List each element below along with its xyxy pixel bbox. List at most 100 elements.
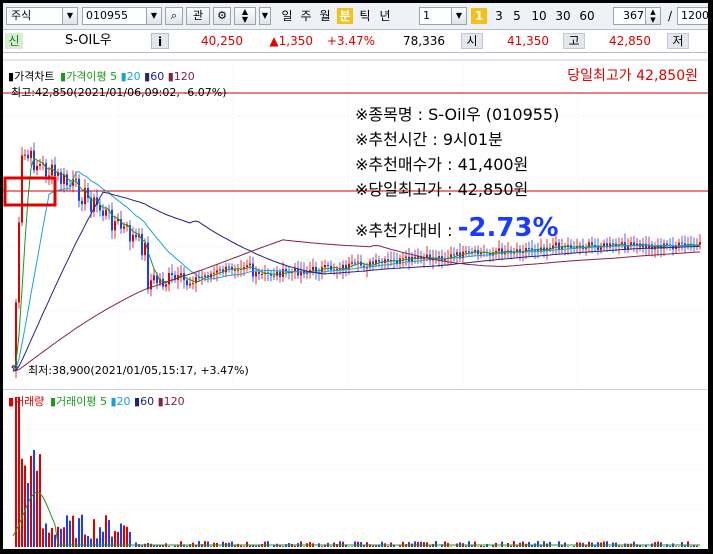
volume-bar: [588, 541, 590, 547]
price-chart-panel[interactable]: 최고:42,850(2021/01/06,09:02, -6.07%) 최저:3…: [3, 56, 708, 388]
up-down-stepper-icon[interactable]: ▲ ▼: [234, 7, 256, 25]
legend-ma20-label: 20: [126, 70, 141, 83]
legend-ma20[interactable]: ▮20: [121, 70, 141, 83]
volume-bar: [75, 538, 77, 547]
volume-bar: [207, 541, 209, 547]
count-separator: /: [667, 9, 673, 23]
top-high-note: 당일최고가 42,850원: [567, 68, 698, 84]
settings-icon[interactable]: ⚙: [213, 7, 231, 25]
period-week[interactable]: 주: [298, 8, 314, 24]
volume-bar: [549, 541, 551, 547]
volume-bar: [468, 541, 470, 547]
candle-body: [357, 261, 359, 263]
volume-bar: [63, 527, 65, 547]
minute-60-button[interactable]: 60: [577, 8, 597, 24]
legend-ma120-label: 120: [173, 70, 195, 83]
candle-body: [465, 251, 467, 253]
volume-bar: [93, 519, 95, 547]
volume-bar: [45, 523, 47, 547]
legend-vma5[interactable]: 5: [100, 395, 107, 408]
interval-select[interactable]: 1 ▼: [419, 7, 467, 25]
volume-bar: [543, 541, 545, 547]
legend-ma5[interactable]: 5: [110, 70, 117, 83]
open-label: 시: [466, 34, 478, 48]
volume-bar: [336, 544, 338, 547]
candle-body: [111, 209, 113, 231]
period-year[interactable]: 년: [377, 8, 393, 24]
volume-bar: [444, 541, 446, 547]
candle-body: [105, 209, 107, 216]
legend-price-ma[interactable]: ▮가격이평: [60, 70, 107, 83]
candle-body: [666, 243, 668, 245]
legend-price-chart[interactable]: ▮가격차트: [8, 70, 55, 83]
period-tick[interactable]: 틱: [357, 8, 373, 24]
count-input[interactable]: 367 ▲ ▼: [613, 7, 661, 25]
candle-body: [531, 248, 533, 250]
legend-vma120-label: 120: [163, 395, 185, 408]
info-vs-recommend-label: ※추천가대비 :: [355, 221, 453, 240]
candle-body: [324, 264, 326, 268]
candle-body: [48, 175, 50, 177]
volume-bar: [168, 546, 170, 547]
legend-ma120[interactable]: ▮120: [168, 70, 195, 83]
total-input-value: 1200: [681, 9, 708, 22]
legend-ma60[interactable]: ▮60: [144, 70, 164, 83]
candle-body: [252, 263, 254, 277]
candle-body: [234, 269, 236, 271]
minute-3-button[interactable]: 3: [491, 8, 507, 24]
minute-5-button[interactable]: 5: [509, 8, 525, 24]
legend-volume-label: 거래량: [14, 395, 45, 408]
candle-body: [132, 234, 134, 242]
legend-volume[interactable]: ▮거래량: [8, 395, 44, 408]
volume-bar: [513, 541, 515, 547]
total-input[interactable]: 1200: [677, 7, 708, 25]
volume-bar: [120, 523, 122, 547]
period-minute[interactable]: 분: [337, 8, 353, 24]
volume-bar: [255, 545, 257, 547]
candle-body: [153, 275, 155, 281]
code-input[interactable]: 010955 ▼: [82, 7, 162, 25]
period-day[interactable]: 일: [279, 8, 295, 24]
candle-body: [228, 266, 230, 268]
low-label: 저: [672, 34, 684, 48]
volume-bar: [177, 545, 179, 547]
candle-body: [45, 163, 47, 177]
candle-body: [81, 200, 83, 205]
legend-vma20[interactable]: ▮20: [110, 395, 130, 408]
legend-vma120[interactable]: ▮120: [158, 395, 185, 408]
volume-bar: [357, 541, 359, 547]
info-button[interactable]: i: [151, 33, 169, 49]
volume-bar: [522, 541, 524, 547]
volume-chart-panel[interactable]: ▮거래량 ▮거래이평 5 ▮20 ▮60 ▮120: [3, 388, 708, 549]
volume-bar: [24, 465, 26, 547]
volume-bar: [351, 546, 353, 547]
candle-body: [354, 262, 356, 264]
candle-body: [216, 270, 218, 273]
minute-30-button[interactable]: 30: [553, 8, 573, 24]
legend-vma60[interactable]: ▮60: [134, 395, 154, 408]
volume-bar: [60, 528, 62, 547]
candle-body: [27, 154, 29, 159]
volume-bar: [387, 546, 389, 547]
dropdown-icon[interactable]: ▼: [259, 7, 271, 25]
volume-bar: [675, 546, 677, 547]
search-icon[interactable]: ⌕: [165, 7, 183, 25]
period-month[interactable]: 월: [317, 8, 333, 24]
volume-bar: [537, 541, 539, 547]
candle-body: [405, 256, 407, 259]
gwan-button[interactable]: 관: [186, 7, 210, 25]
market-select[interactable]: 주식 ▼: [6, 7, 78, 25]
minute-10-button[interactable]: 10: [529, 8, 549, 24]
volume-bar: [429, 545, 431, 547]
stepper-icon[interactable]: ▲ ▼: [645, 8, 660, 24]
candle-body: [246, 265, 248, 268]
minute-1-button[interactable]: 1: [471, 8, 487, 24]
candle-body: [336, 268, 338, 270]
volume-bar: [510, 545, 512, 547]
legend-vma60-label: 60: [140, 395, 155, 408]
volume-bar: [399, 545, 401, 547]
volume-legend: ▮거래량 ▮거래이평 5 ▮20 ▮60 ▮120: [8, 393, 185, 409]
legend-ma60-label: 60: [150, 70, 165, 83]
volume-bar: [435, 541, 437, 547]
legend-volume-ma[interactable]: ▮거래이평: [50, 395, 97, 408]
